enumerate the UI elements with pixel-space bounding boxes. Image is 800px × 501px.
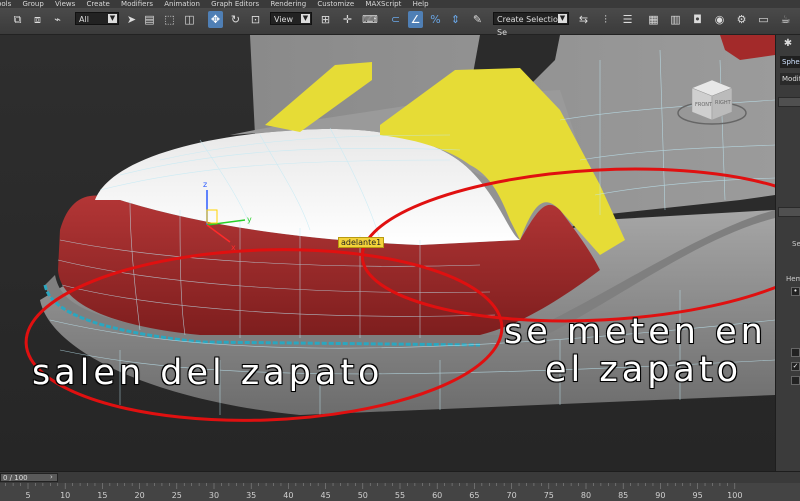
menu-create[interactable]: Create [87, 0, 110, 8]
spinner-snap-icon[interactable]: ⇕ [448, 11, 463, 28]
ruler-tick-label: 40 [283, 491, 293, 500]
ruler-tick-label: 35 [246, 491, 256, 500]
select-and-manipulate-icon[interactable]: ✛ [340, 11, 355, 28]
ruler-tick-label: 15 [97, 491, 107, 500]
chevron-down-icon: ▼ [558, 14, 567, 23]
checkbox[interactable] [791, 376, 800, 385]
ruler-tick-label: 100 [727, 491, 742, 500]
timeline-bar: 0 / 100 › 5 10 15 20 25 30 35 40 45 50 55 60 65 70 75 8… [0, 471, 800, 501]
rollout-header[interactable] [778, 207, 800, 217]
caption-left: salen del zapato [32, 353, 384, 393]
rectangular-selection-icon[interactable]: ⬚ [162, 11, 177, 28]
graphite-modeling-icon[interactable]: ▦ [646, 11, 661, 28]
menu-views[interactable]: Views [55, 0, 75, 8]
select-and-move-icon[interactable]: ✥ [208, 11, 223, 28]
checkbox[interactable] [791, 348, 800, 357]
ruler-tick-label: 75 [544, 491, 554, 500]
ruler-tick-label: 5 [25, 491, 30, 500]
reference-coordinate-value: View [274, 15, 293, 24]
menu-help[interactable]: Help [413, 0, 429, 8]
modifier-stack [778, 97, 800, 107]
align-icon[interactable]: ⫶ [598, 11, 613, 28]
render-setup-icon[interactable]: ⚙ [734, 11, 749, 28]
select-by-name-icon[interactable]: ▤ [142, 11, 157, 28]
curve-editor-icon[interactable]: ▥ [668, 11, 683, 28]
menu-modifiers[interactable]: Modifiers [121, 0, 153, 8]
pivot-center-icon[interactable]: ⊞ [318, 11, 333, 28]
ruler-tick-label: 45 [321, 491, 331, 500]
menu-bar: Tools Group Views Create Modifiers Anima… [0, 0, 800, 8]
svg-text:y: y [247, 215, 252, 224]
selection-filter-dropdown[interactable]: All ▼ [75, 12, 119, 25]
ruler-tick-label: 85 [618, 491, 628, 500]
ruler-tick-label: 50 [358, 491, 368, 500]
viewcube-front-label: FRONT [695, 102, 713, 108]
caption-right-line2: el zapato [545, 350, 743, 390]
command-panel: ✱ Sphere Modifi Se Hem • ✓ [775, 35, 800, 471]
selection-filter-value: All [79, 15, 89, 24]
ruler-tick-label: 80 [581, 491, 591, 500]
object-name-field[interactable]: Sphere [780, 56, 800, 68]
ruler-tick-label: 25 [172, 491, 182, 500]
chevron-right-icon[interactable]: › [50, 473, 58, 482]
reference-coordinate-dropdown[interactable]: View ▼ [270, 12, 312, 25]
mirror-icon[interactable]: ⇆ [576, 11, 591, 28]
menu-graph-editors[interactable]: Graph Editors [211, 0, 259, 8]
named-selection-value: Create Selection Se [497, 15, 563, 37]
chevron-down-icon: ▼ [301, 14, 310, 23]
ruler-tick-label: 95 [693, 491, 703, 500]
main-toolbar: ⧉ ⧈ ⌁ All ▼ ➤ ▤ ⬚ ◫ ✥ ↻ ⊡ View ▼ ⊞ ✛ ⌨ ⊂… [0, 8, 800, 37]
object-name-tag: adelante1 [338, 237, 385, 248]
ruler-tick-label: 90 [655, 491, 665, 500]
checkbox-checked[interactable]: ✓ [791, 362, 800, 371]
chevron-down-icon: ▼ [108, 14, 117, 23]
ruler-tick-label: 20 [135, 491, 145, 500]
menu-customize[interactable]: Customize [317, 0, 354, 8]
ruler-tick-label: 70 [507, 491, 517, 500]
rendered-frame-window-icon[interactable]: ▭ [756, 11, 771, 28]
ruler-tick-label: 30 [209, 491, 219, 500]
menu-tools[interactable]: Tools [0, 0, 11, 8]
schematic-view-icon[interactable]: ◘ [690, 11, 705, 28]
menu-maxscript[interactable]: MAXScript [365, 0, 401, 8]
named-selection-dropdown[interactable]: Create Selection Se ▼ [493, 12, 569, 37]
menu-group[interactable]: Group [22, 0, 43, 8]
track-bar-ruler[interactable]: 5 10 15 20 25 30 35 40 45 50 55 60 65 70 75 80 85 90 95 100 [0, 483, 800, 501]
caption-right-line1: se meten en [504, 312, 767, 352]
perspective-viewport[interactable]: z y x FRONT RIGHT adelante1 salen del za… [0, 35, 775, 471]
select-object-icon[interactable]: ➤ [124, 11, 139, 28]
select-and-rotate-icon[interactable]: ↻ [228, 11, 243, 28]
unlink-icon[interactable]: ⧈ [30, 11, 45, 28]
ruler-tick-label: 60 [432, 491, 442, 500]
svg-text:z: z [203, 180, 207, 189]
edit-named-selection-icon[interactable]: ✎ [470, 11, 485, 28]
menu-animation[interactable]: Animation [164, 0, 200, 8]
select-and-scale-icon[interactable]: ⊡ [248, 11, 263, 28]
ruler-tick-label: 65 [469, 491, 479, 500]
radio-button[interactable]: • [791, 287, 800, 296]
material-editor-icon[interactable]: ◉ [712, 11, 727, 28]
ruler-tick-label: 55 [395, 491, 405, 500]
segments-label: Se [792, 240, 800, 248]
link-icon[interactable]: ⧉ [10, 11, 25, 28]
window-crossing-icon[interactable]: ◫ [182, 11, 197, 28]
modifier-list-dropdown[interactable]: Modifi [780, 73, 800, 85]
angle-snap-icon[interactable]: ∠ [408, 11, 423, 28]
create-tab-icon[interactable]: ✱ [779, 37, 797, 51]
ruler-tick-label: 10 [60, 491, 70, 500]
percent-snap-icon[interactable]: % [428, 11, 443, 28]
keyboard-shortcut-override-icon[interactable]: ⌨ [362, 11, 378, 28]
viewcube-right-label: RIGHT [715, 100, 732, 106]
bind-space-warp-icon[interactable]: ⌁ [50, 11, 65, 28]
snaps-toggle-icon[interactable]: ⊂ [388, 11, 403, 28]
layer-manager-icon[interactable]: ☰ [620, 11, 635, 28]
viewport-canvas: z y x FRONT RIGHT [0, 35, 775, 471]
menu-rendering[interactable]: Rendering [270, 0, 306, 8]
hemisphere-label: Hem [786, 275, 800, 283]
render-production-icon[interactable]: ☕ [778, 11, 793, 28]
